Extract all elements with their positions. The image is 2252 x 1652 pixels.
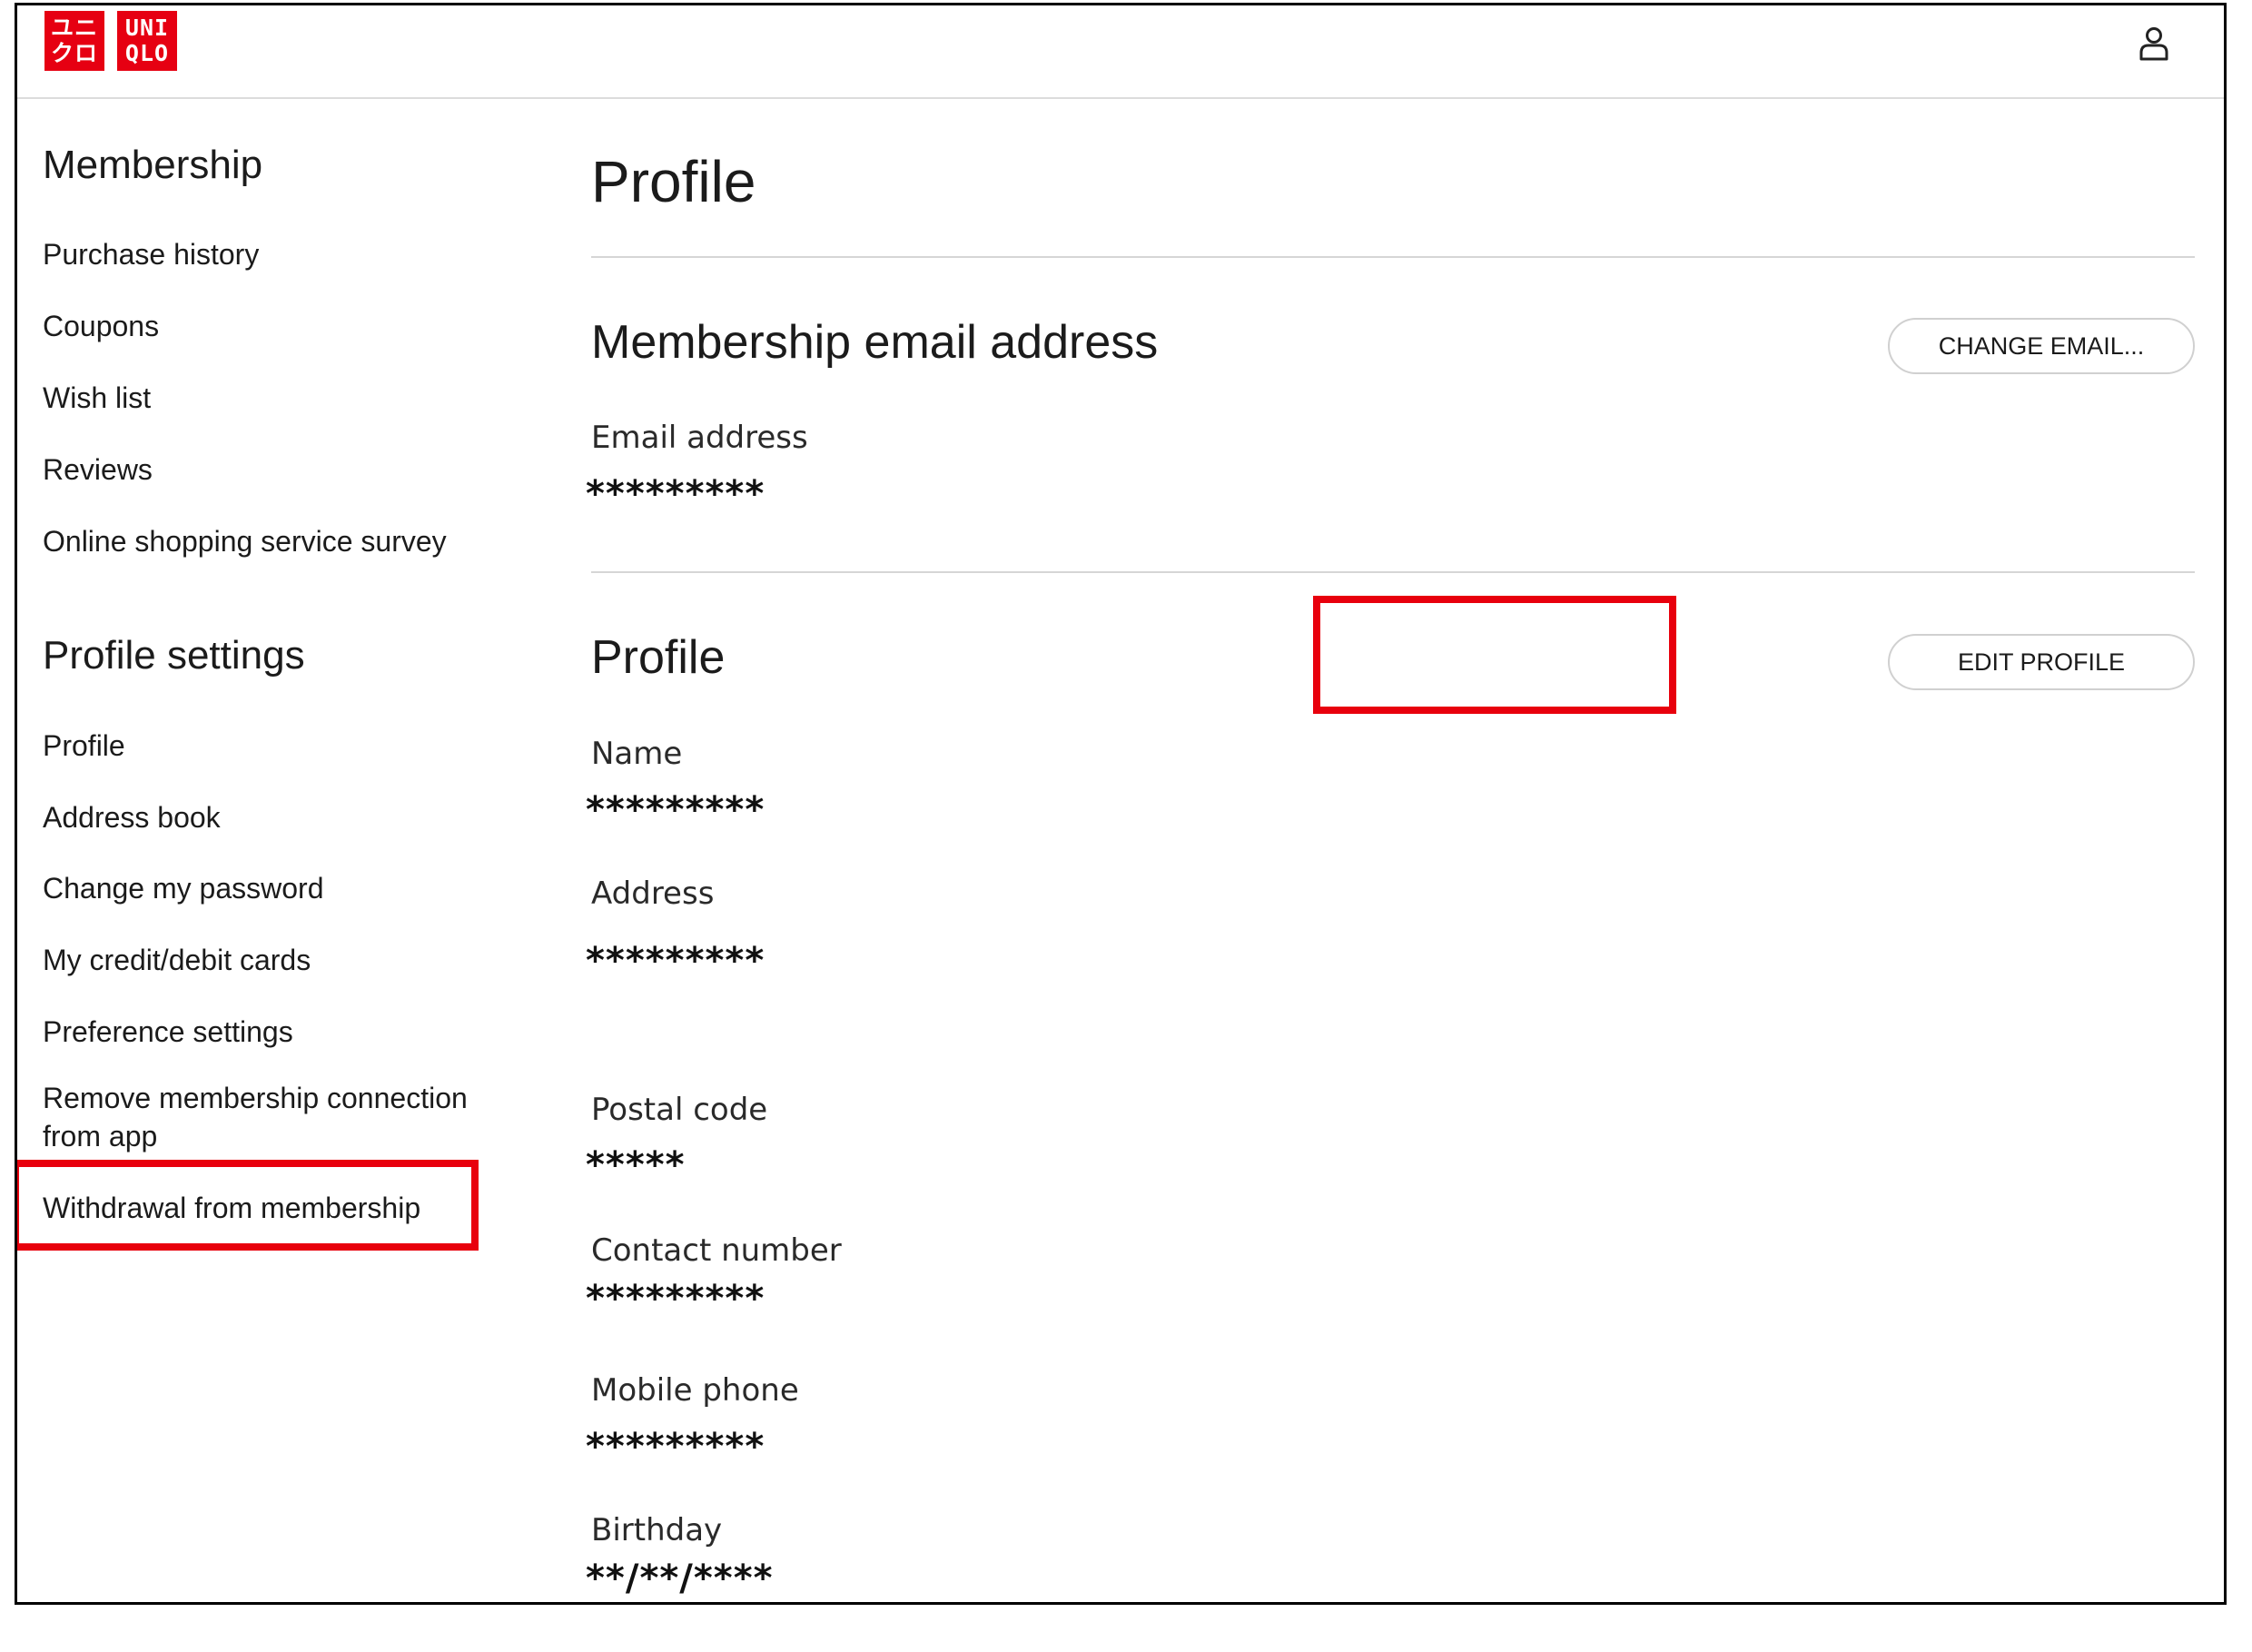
birthday-value: **/**/**** <box>586 1558 774 1599</box>
sidebar-heading-profile-settings: Profile settings <box>43 633 305 678</box>
sidebar-item-credit-cards[interactable]: My credit/debit cards <box>43 941 311 979</box>
sidebar-item-coupons[interactable]: Coupons <box>43 307 159 345</box>
postal-code-label: Postal code <box>591 1092 768 1128</box>
contact-number-value: ********* <box>586 1278 765 1320</box>
sidebar-item-change-password[interactable]: Change my password <box>43 869 323 907</box>
name-value: ********* <box>586 789 765 831</box>
contact-number-label: Contact number <box>591 1232 842 1269</box>
edit-profile-highlight <box>1313 596 1676 714</box>
logo-latin: UNI QLO <box>117 11 177 71</box>
email-label: Email address <box>591 420 808 456</box>
sidebar-heading-membership: Membership <box>43 143 263 187</box>
sidebar-item-purchase-history[interactable]: Purchase history <box>43 235 259 273</box>
sidebar-item-survey[interactable]: Online shopping service survey <box>43 522 447 560</box>
sidebar-item-wish-list[interactable]: Wish list <box>43 379 151 417</box>
mobile-phone-value: ********* <box>586 1426 765 1468</box>
email-section-title: Membership email address <box>591 316 1159 369</box>
address-value: ********* <box>586 940 765 982</box>
address-label: Address <box>591 875 715 912</box>
top-header: ユニ クロ UNI QLO <box>17 5 2224 99</box>
name-label: Name <box>591 736 683 772</box>
sidebar-item-profile[interactable]: Profile <box>43 727 125 765</box>
mobile-phone-label: Mobile phone <box>591 1372 799 1409</box>
email-value: ********* <box>586 473 765 515</box>
uniqlo-logo[interactable]: ユニ クロ UNI QLO <box>44 11 177 71</box>
section-divider <box>591 571 2195 573</box>
postal-code-value: ***** <box>586 1144 686 1186</box>
logo-katakana: ユニ クロ <box>44 11 104 71</box>
profile-section-title: Profile <box>591 631 726 684</box>
edit-profile-button[interactable]: EDIT PROFILE <box>1888 634 2195 690</box>
title-divider <box>591 256 2195 258</box>
sidebar-item-address-book[interactable]: Address book <box>43 798 221 836</box>
sidebar-item-withdrawal[interactable]: Withdrawal from membership <box>43 1189 420 1227</box>
app-window: ユニ クロ UNI QLO Membership Purchase histor… <box>15 3 2227 1605</box>
user-icon[interactable] <box>2138 25 2169 62</box>
birthday-label: Birthday <box>591 1512 723 1548</box>
page-title: Profile <box>591 149 756 214</box>
change-email-button[interactable]: CHANGE EMAIL... <box>1888 318 2195 374</box>
sidebar-item-preference-settings[interactable]: Preference settings <box>43 1013 293 1051</box>
sidebar-item-remove-app-connection[interactable]: Remove membership connection from app <box>43 1079 515 1155</box>
sidebar-item-reviews[interactable]: Reviews <box>43 450 153 489</box>
